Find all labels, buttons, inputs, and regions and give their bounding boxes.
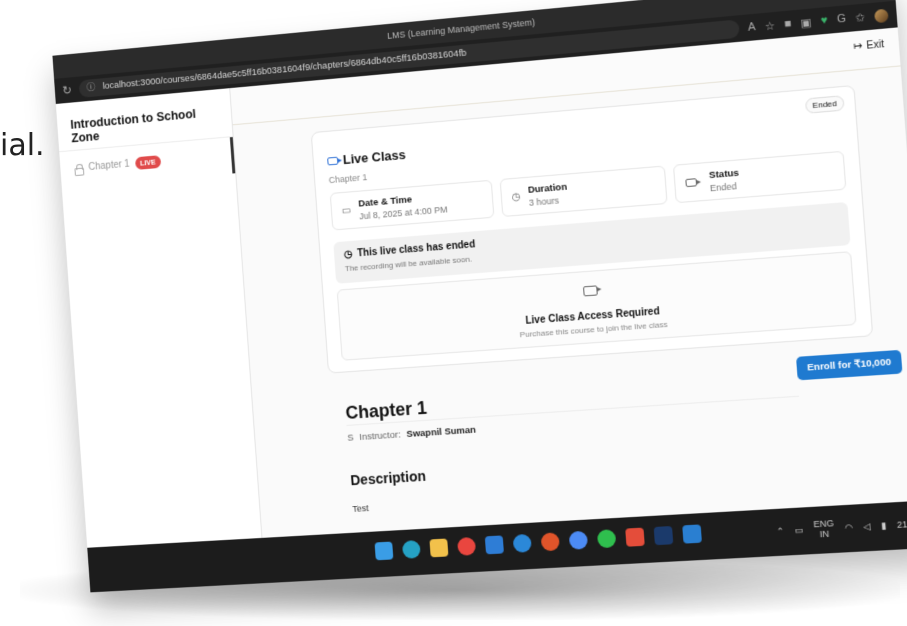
status-box: Status Ended — [673, 150, 847, 204]
profile-avatar[interactable] — [874, 8, 889, 23]
live-class-title: Live Class — [327, 147, 406, 168]
app-icon[interactable] — [512, 533, 532, 553]
read-aloud-icon[interactable]: A — [747, 20, 756, 34]
status-badge: Ended — [804, 95, 845, 114]
exit-icon: ↦ — [853, 40, 863, 54]
clock-date[interactable]: 21-07- — [897, 518, 907, 530]
file-explorer-icon[interactable] — [429, 538, 449, 558]
chrome-icon[interactable] — [568, 530, 589, 550]
app-icon[interactable] — [457, 536, 477, 556]
language-indicator[interactable]: ENG IN — [813, 518, 835, 540]
region-code: IN — [819, 528, 830, 540]
live-badge: LIVE — [134, 155, 161, 170]
extension-icon[interactable]: G — [837, 12, 847, 26]
wifi-icon[interactable]: ◠ — [844, 522, 853, 534]
app-icon[interactable] — [625, 527, 645, 547]
course-sidebar: Introduction to School Zone Chapter 1 LI… — [55, 88, 263, 548]
extension-icon[interactable]: ▣ — [800, 15, 812, 29]
video-camera-icon — [327, 156, 339, 165]
lock-icon — [73, 163, 83, 174]
clock-icon: ◷ — [343, 248, 353, 261]
status-value: Ended — [709, 180, 738, 193]
site-info-icon[interactable]: ⓘ — [86, 82, 96, 93]
favorites-icon[interactable]: ✩ — [855, 10, 866, 24]
start-icon[interactable] — [374, 541, 394, 561]
extension-icon[interactable]: ■ — [784, 17, 792, 31]
instructor-line: S Instructor: Swapnil Suman — [347, 425, 476, 444]
instructor-name: Swapnil Suman — [406, 424, 477, 440]
main-panel: Ended Live Class Chapter 1 ▭ Date & Time… — [233, 66, 907, 537]
keyboard-icon[interactable]: ▭ — [794, 524, 804, 536]
app-icon[interactable] — [540, 532, 560, 552]
shield-extension-icon[interactable]: ♥ — [820, 14, 828, 28]
battery-icon[interactable]: ▮ — [881, 520, 887, 532]
instructor-prefix: Instructor: — [359, 429, 402, 443]
duration-box: ◷ Duration 3 hours — [499, 165, 668, 218]
live-class-card: Ended Live Class Chapter 1 ▭ Date & Time… — [310, 84, 874, 374]
favorite-star-icon[interactable]: ☆ — [764, 19, 775, 33]
edge-icon[interactable] — [401, 540, 421, 559]
description-heading: Description — [349, 467, 427, 489]
instructor-avatar: S — [347, 432, 354, 444]
video-camera-icon — [685, 178, 698, 188]
duration-label: Duration — [527, 181, 568, 196]
calendar-icon: ▭ — [341, 204, 352, 217]
whatsapp-icon[interactable] — [596, 529, 617, 549]
chevron-up-icon[interactable]: ⌃ — [776, 525, 785, 537]
description-text: Test — [352, 503, 369, 514]
duration-value: 3 hours — [528, 194, 560, 208]
reload-icon[interactable]: ↻ — [62, 83, 72, 97]
system-tray: ⌃ ▭ ENG IN ◠ ◁ ▮ 21-07- — [776, 513, 907, 542]
date-time-box: ▭ Date & Time Jul 8, 2025 at 4:00 PM — [329, 179, 495, 231]
laptop-screen: LMS (Learning Management System) —▢✕ ↻ ⓘ… — [52, 0, 907, 593]
exit-button[interactable]: ↦ Exit — [853, 39, 884, 53]
clock-icon: ◷ — [511, 190, 521, 203]
sidebar-item-label: Chapter 1 — [88, 158, 131, 173]
photoshop-icon[interactable] — [653, 525, 674, 546]
app-icon[interactable] — [484, 535, 504, 555]
enroll-button[interactable]: Enroll for ₹10,000 — [795, 349, 903, 381]
live-class-subtitle: Chapter 1 — [328, 172, 368, 186]
exit-label: Exit — [866, 38, 885, 52]
vscode-icon[interactable] — [682, 524, 702, 544]
volume-icon[interactable]: ◁ — [863, 521, 871, 533]
app-content: ↦ Exit Introduction to School Zone Chapt… — [55, 27, 907, 548]
taskbar-apps — [374, 524, 702, 561]
background-caption: ial. — [0, 128, 45, 163]
live-class-title-text: Live Class — [342, 146, 407, 168]
status-label: Status — [708, 167, 740, 181]
video-camera-icon — [582, 285, 598, 297]
language-code: ENG — [813, 518, 835, 530]
